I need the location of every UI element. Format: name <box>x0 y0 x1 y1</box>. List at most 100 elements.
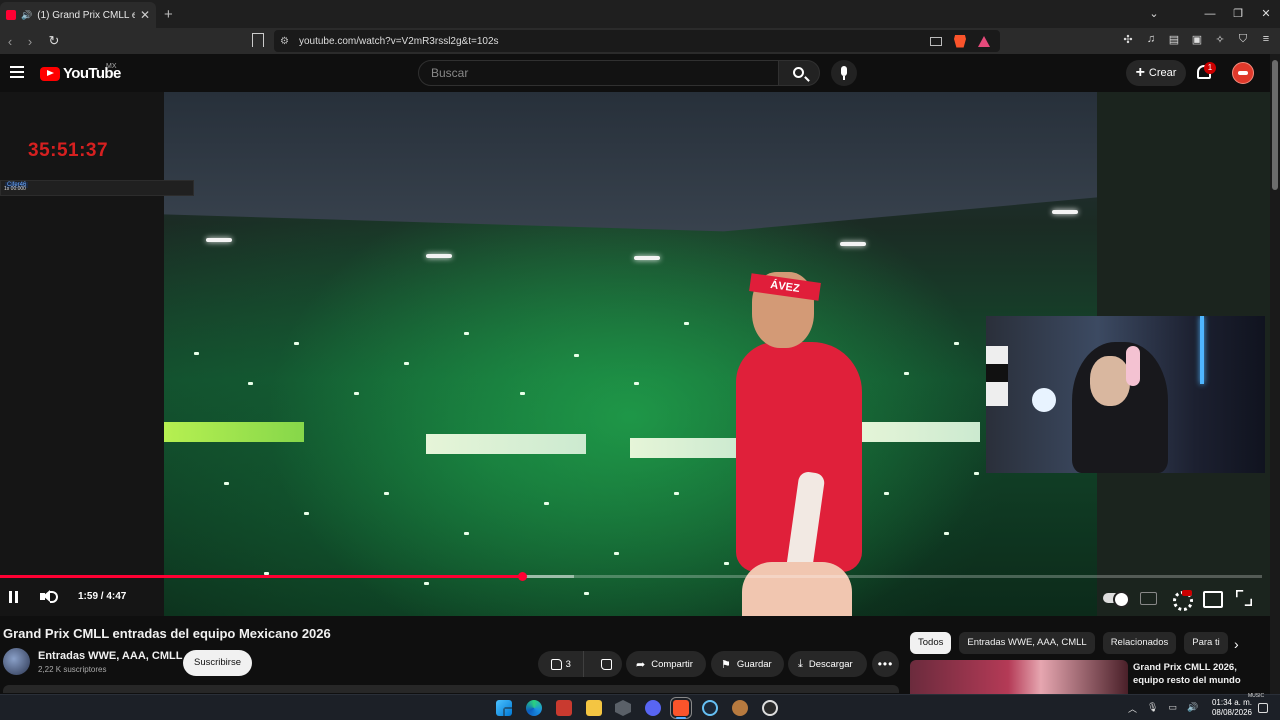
time-display: 1:59 / 4:47 <box>78 591 127 602</box>
new-tab-button[interactable]: + <box>164 6 173 23</box>
brave-rewards-icon[interactable] <box>978 35 990 47</box>
steam-icon[interactable] <box>702 700 718 716</box>
theater-mode-icon[interactable] <box>1202 589 1224 608</box>
discord-icon[interactable] <box>645 700 661 716</box>
dislike-button[interactable] <box>590 651 622 677</box>
streamer-face <box>1090 356 1130 406</box>
panda-figure <box>986 346 1008 406</box>
recommendation-thumbnail[interactable] <box>910 660 1128 696</box>
autoplay-toggle[interactable] <box>1103 589 1130 608</box>
guide-menu-icon[interactable] <box>10 66 24 78</box>
description-box[interactable] <box>3 685 899 693</box>
browser-toolbar: ‹ › ↻ ⚙ youtube.com/watch?v=V2mR3rssl2g&… <box>0 28 1280 54</box>
microphone-figure <box>1032 388 1056 412</box>
reload-icon[interactable]: ↻ <box>44 33 64 49</box>
fullscreen-icon[interactable] <box>1235 589 1257 607</box>
channel-avatar[interactable] <box>3 648 30 675</box>
file-explorer-icon[interactable] <box>586 700 602 716</box>
create-button[interactable]: + Crear <box>1126 60 1186 86</box>
led-light <box>1200 316 1204 384</box>
brave-shields-icon[interactable] <box>954 34 966 48</box>
recommendation-chips: Todos Entradas WWE, AAA, CMLL Relacionad… <box>910 632 1228 654</box>
extensions-icon[interactable]: ✣ <box>1122 33 1134 46</box>
more-actions-button[interactable]: ••• <box>872 651 899 677</box>
download-button[interactable]: ⤓ Descargar <box>788 651 867 677</box>
audio-playing-icon[interactable]: 🔊 <box>21 10 32 21</box>
account-avatar[interactable] <box>1232 62 1254 84</box>
arena-banner <box>426 434 586 454</box>
save-button[interactable]: ⚑ Guardar <box>711 651 784 677</box>
windows-start-icon[interactable] <box>496 700 512 716</box>
address-bar[interactable]: ⚙ youtube.com/watch?v=V2mR3rssl2g&t=102s <box>274 30 1000 52</box>
tray-overflow-icon[interactable]: ︿ <box>1128 702 1137 715</box>
leo-ai-icon[interactable]: ✧ <box>1214 33 1226 46</box>
tray-volume-icon[interactable]: 🔊 <box>1187 702 1198 715</box>
tab-search-icon[interactable]: ⌄ <box>1140 0 1168 28</box>
progress-played <box>0 575 523 578</box>
media-controls-icon[interactable]: ♫ <box>1145 33 1157 46</box>
menu-icon[interactable]: ≡ <box>1260 33 1272 46</box>
stream-overlay-left <box>0 92 164 616</box>
bookmark-icon[interactable] <box>252 33 264 47</box>
search-input[interactable]: Buscar <box>418 60 779 86</box>
cookie-app-icon[interactable] <box>732 700 748 716</box>
video-player[interactable]: ÁVEZ 35:51:37 Cifer46 1s 00:000 <box>0 92 1270 616</box>
arena-light <box>206 238 232 242</box>
subscriber-count: 2,22 K suscriptores <box>38 665 107 674</box>
brave-browser-icon[interactable] <box>670 697 692 719</box>
progress-bar[interactable] <box>0 572 1262 581</box>
vpn-icon[interactable]: ⛉ <box>1237 33 1249 46</box>
share-button[interactable]: ➦ Compartir <box>626 651 706 677</box>
recommendation-title[interactable]: Grand Prix CMLL 2026, equipo resto del m… <box>1133 661 1263 687</box>
wallet-icon[interactable]: ▣ <box>1191 33 1203 46</box>
edge-browser-icon[interactable] <box>526 700 542 716</box>
restore-icon[interactable]: ❐ <box>1224 0 1252 28</box>
thumbs-down-icon <box>600 658 612 670</box>
search-button[interactable] <box>778 60 820 86</box>
clock-time: 01:34 a. m. <box>1211 698 1252 707</box>
back-icon[interactable]: ‹ <box>0 34 20 49</box>
chip-for-you[interactable]: Para ti <box>1184 632 1228 654</box>
arena-banner <box>164 422 304 442</box>
like-button[interactable]: 3 <box>538 651 585 677</box>
cast-icon[interactable] <box>930 36 942 46</box>
app-hex-icon[interactable] <box>615 700 631 716</box>
chip-todos[interactable]: Todos <box>910 632 952 654</box>
create-label: Crear <box>1148 67 1177 79</box>
news-app-icon[interactable] <box>556 700 572 716</box>
sidebar-icon[interactable]: ▤ <box>1168 33 1180 46</box>
active-app-indicator <box>676 717 686 719</box>
scrollbar-thumb[interactable] <box>1272 60 1278 190</box>
arena-banner <box>630 438 740 458</box>
search-icon <box>793 67 804 78</box>
tab-title: (1) Grand Prix CMLL entradas <box>37 9 135 21</box>
plus-icon: + <box>1135 64 1145 81</box>
chips-next-icon[interactable]: › <box>1234 636 1239 652</box>
close-tab-icon[interactable]: ✕ <box>140 8 150 22</box>
chip-channel[interactable]: Entradas WWE, AAA, CMLL <box>959 632 1095 654</box>
site-info-icon[interactable]: ⚙ <box>280 36 289 47</box>
window-controls: ⌄ — ❐ ✕ <box>1140 0 1280 28</box>
forward-icon[interactable]: › <box>20 34 40 49</box>
video-frame[interactable]: ÁVEZ <box>164 92 1097 616</box>
webcam-overlay <box>986 316 1265 473</box>
system-clock[interactable]: 01:34 a. m. 08/08/2026 <box>1204 698 1252 718</box>
subscribe-button[interactable]: Suscribirse <box>183 650 252 676</box>
minimize-icon[interactable]: — <box>1196 0 1224 28</box>
url-text: youtube.com/watch?v=V2mR3rssl2g&t=102s <box>298 35 499 47</box>
browser-tab-youtube[interactable]: 🔊 (1) Grand Prix CMLL entradas ✕ <box>0 2 156 28</box>
subtitles-icon[interactable] <box>1138 589 1160 607</box>
tray-mic-icon[interactable]: 🎙 <box>1147 702 1158 715</box>
channel-name[interactable]: Entradas WWE, AAA, CMLL <box>38 650 182 662</box>
notification-center-icon[interactable] <box>1258 703 1268 713</box>
voice-search-icon[interactable] <box>831 60 857 86</box>
obs-studio-icon[interactable] <box>762 700 778 716</box>
close-window-icon[interactable]: ✕ <box>1252 0 1280 28</box>
download-icon: ⤓ <box>798 657 803 670</box>
page-scrollbar[interactable] <box>1270 54 1280 694</box>
download-label: Descargar <box>808 658 853 670</box>
chip-related[interactable]: Relacionados <box>1102 632 1177 654</box>
chat-subtext: 1s 00:000 <box>4 186 26 192</box>
tray-display-icon[interactable]: ▭ <box>1168 702 1177 715</box>
pause-icon[interactable] <box>8 589 20 607</box>
